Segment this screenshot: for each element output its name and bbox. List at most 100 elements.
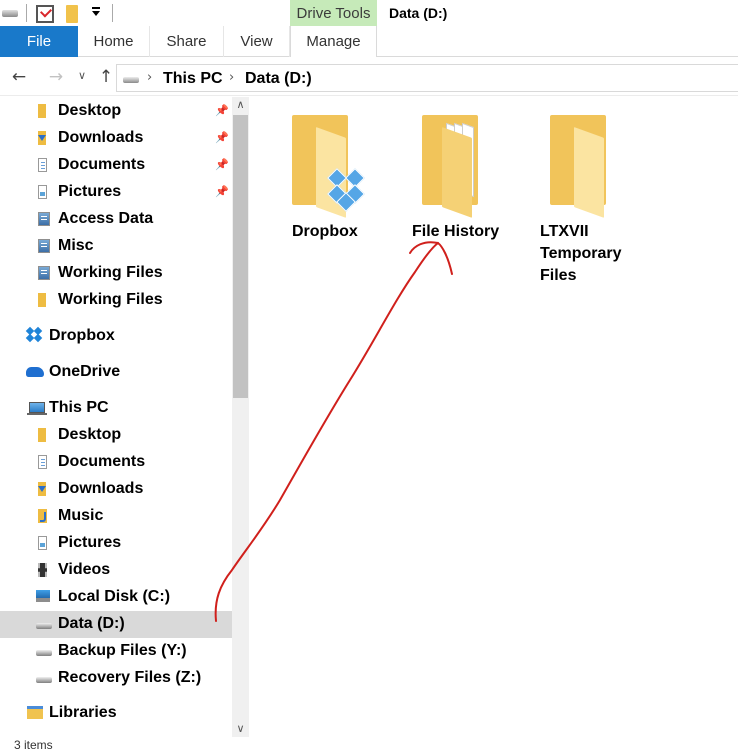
windows-drive-icon [36,590,50,602]
nav-item-label: Backup Files (Y:) [58,642,187,659]
network-folder-icon [38,266,50,280]
nav-item-label: Dropbox [49,327,115,344]
nav-item-label: Access Data [58,210,154,227]
address-bar-area: ← → ∨ ↑ › This PC › Data (D:) [0,58,738,96]
nav-item-label: Desktop [58,426,122,443]
nav-item-data-d[interactable]: Data (D:) [0,611,232,638]
nav-item-recovery-files-z[interactable]: Recovery Files (Z:) [0,665,232,692]
libraries-icon [27,706,43,719]
nav-item-desktop[interactable]: Desktop 📌 [0,98,232,125]
desktop-folder-icon [38,104,46,118]
nav-item-pc-pictures[interactable]: Pictures [0,530,232,557]
title-bar: Drive Tools Data (D:) [0,0,738,27]
nav-item-misc[interactable]: Misc [0,233,232,260]
pin-icon: 📌 [215,105,229,117]
nav-item-label: Downloads [58,480,144,497]
nav-item-working-files[interactable]: Working Files [0,287,232,314]
folder-label: Dropbox [292,223,358,240]
folder-label: File History [412,223,500,240]
nav-item-local-disk-c[interactable]: Local Disk (C:) [0,584,232,611]
breadcrumb-chevron-icon[interactable]: › [229,70,234,85]
tab-home[interactable]: Home [78,26,150,57]
breadcrumb-this-pc[interactable]: This PC [163,70,223,88]
tab-share[interactable]: Share [150,26,224,57]
nav-item-label: Libraries [49,704,117,721]
downloads-folder-icon [38,482,46,496]
nav-item-pc-documents[interactable]: Documents [0,449,232,476]
forward-arrow-icon[interactable]: → [46,67,66,87]
properties-icon[interactable] [36,5,54,23]
folder-item-ltxvii-temporary-files[interactable]: LTXVII Temporary Files [540,115,660,285]
nav-item-label: Working Files [58,291,163,308]
nav-item-pictures[interactable]: Pictures 📌 [0,179,232,206]
folder-icon [412,115,490,218]
computer-icon [27,402,47,415]
tab-manage[interactable]: Manage [290,26,377,57]
up-arrow-icon[interactable]: ↑ [96,67,116,87]
network-folder-icon [38,239,50,253]
desktop-folder-icon [38,428,46,442]
drive-icon [36,650,52,656]
address-bar[interactable]: › This PC › Data (D:) [116,64,738,92]
nav-item-label: Recovery Files (Z:) [58,669,202,686]
back-arrow-icon[interactable]: ← [9,67,29,87]
nav-item-label: Local Disk (C:) [58,588,171,605]
nav-item-label: Data (D:) [58,615,125,632]
folder-icon [540,115,618,218]
dropbox-icon [25,326,43,343]
nav-item-onedrive[interactable]: OneDrive [0,359,232,386]
new-folder-icon[interactable] [66,5,78,23]
status-bar: 3 items [0,738,738,750]
nav-item-this-pc[interactable]: This PC [0,395,232,422]
nav-item-label: Downloads [58,129,144,146]
drive-icon [2,10,18,17]
nav-item-access-data[interactable]: Access Data [0,206,232,233]
nav-item-backup-files-y[interactable]: Backup Files (Y:) [0,638,232,665]
breadcrumb-chevron-icon[interactable]: › [147,70,152,85]
pin-icon: 📌 [215,132,229,144]
folder-label: LTXVII Temporary Files [540,221,660,287]
nav-item-working-files-network[interactable]: Working Files [0,260,232,287]
recent-locations-chevron-icon[interactable]: ∨ [72,69,92,82]
nav-item-documents[interactable]: Documents 📌 [0,152,232,179]
folder-label-line: Temporary [540,245,622,262]
scroll-down-chevron-icon[interactable]: ∨ [232,721,249,737]
documents-folder-icon [38,158,47,172]
videos-folder-icon [38,563,47,577]
nav-item-pc-music[interactable]: Music [0,503,232,530]
folder-item-dropbox[interactable]: Dropbox [292,115,412,255]
tab-file[interactable]: File [0,26,78,57]
documents-folder-icon [38,455,47,469]
window-title: Data (D:) [389,5,448,21]
nav-pane-scrollbar[interactable]: ∧ ∨ [232,97,249,737]
file-list: Dropbox File History LTXVII Temporary Fi… [250,97,738,737]
onedrive-cloud-icon [26,367,44,377]
nav-item-label: Documents [58,453,146,470]
pictures-folder-icon [38,536,47,550]
drive-icon [36,677,52,683]
drive-tools-context-header: Drive Tools [290,0,377,27]
nav-item-pc-videos[interactable]: Videos [0,557,232,584]
folder-icon [38,293,46,307]
downloads-folder-icon [38,131,46,145]
customize-toolbar-dropdown-icon[interactable] [92,7,100,16]
nav-item-downloads[interactable]: Downloads 📌 [0,125,232,152]
music-folder-icon [38,509,47,523]
nav-item-pc-downloads[interactable]: Downloads [0,476,232,503]
folder-label-line: LTXVII [540,223,589,240]
tab-view[interactable]: View [224,26,290,57]
separator [26,4,27,22]
pin-icon: 📌 [215,186,229,198]
folder-label-line: Files [540,267,577,284]
folder-item-file-history[interactable]: File History [412,115,532,255]
scroll-thumb[interactable] [233,115,248,398]
nav-item-dropbox[interactable]: Dropbox [0,323,232,350]
nav-item-libraries[interactable]: Libraries [0,700,232,727]
drive-icon [123,77,139,83]
nav-item-pc-desktop[interactable]: Desktop [0,422,232,449]
separator [112,4,113,22]
nav-item-label: Music [58,507,104,524]
breadcrumb-data-d[interactable]: Data (D:) [245,70,312,88]
scroll-up-chevron-icon[interactable]: ∧ [232,97,249,113]
nav-item-label: Pictures [58,534,122,551]
